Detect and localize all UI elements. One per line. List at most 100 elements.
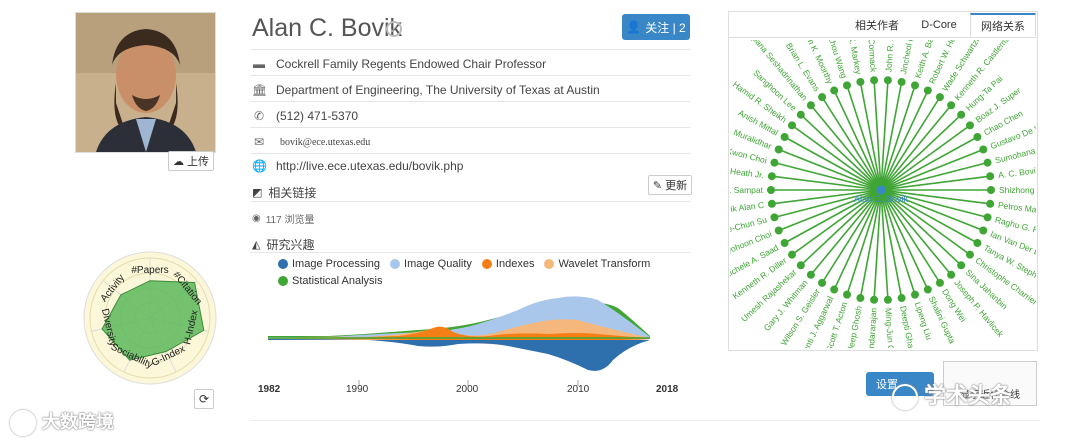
network-node[interactable] <box>870 76 879 85</box>
network-node[interactable] <box>818 278 827 287</box>
network-node-label[interactable]: v. Soundararajan <box>865 307 879 348</box>
network-node[interactable] <box>767 172 776 181</box>
network-node-label[interactable]: Ming-Jun Chen <box>883 307 897 348</box>
network-node[interactable] <box>986 172 995 181</box>
network-node[interactable] <box>979 145 988 154</box>
views-text: 117 浏览量 <box>265 215 315 226</box>
wechat-icon <box>892 384 918 411</box>
network-node[interactable] <box>796 110 805 119</box>
area-chart-icon: ◭ <box>252 239 261 251</box>
year-2000: 2000 <box>456 384 479 395</box>
network-node[interactable] <box>965 250 974 259</box>
radar-axis-label: #Papers <box>131 265 168 276</box>
network-center-label: Alan C. Bovik <box>854 194 909 204</box>
legend-label: Statistical Analysis <box>292 275 383 287</box>
institution-icon: 🏛 <box>252 83 268 97</box>
network-node[interactable] <box>883 295 892 304</box>
network-node[interactable] <box>774 145 783 154</box>
network-node-label[interactable]: Bovik Alan C <box>730 200 765 216</box>
upload-button[interactable]: ☁ 上传 <box>168 151 214 171</box>
email-row: ✉ bovik@ece.utexas.edu <box>252 135 370 149</box>
globe-icon: 🌐 <box>252 159 267 173</box>
network-node[interactable] <box>986 199 995 208</box>
network-node[interactable] <box>870 295 879 304</box>
legend-label: Image Processing <box>292 258 381 270</box>
network-node-label[interactable]: A. C. Bovik <box>997 165 1036 180</box>
network-node[interactable] <box>897 77 906 86</box>
radar-chart: #Papers #CitationH-IndexG-IndexSociabilit… <box>83 251 217 385</box>
update-button[interactable]: ✎ 更新 <box>648 175 692 195</box>
network-node-label[interactable]: Lawrence K. Cormack <box>863 40 878 73</box>
network-node[interactable] <box>923 86 932 95</box>
network-node-label[interactable]: Mehul P. Sampat <box>730 185 764 195</box>
network-graph: John R. Jordan Jincheol ParkKeith A. Bart… <box>730 40 1036 348</box>
network-node[interactable] <box>965 121 974 130</box>
divider <box>250 127 690 128</box>
network-node[interactable] <box>947 270 956 279</box>
legend-item[interactable]: Statistical Analysis <box>278 275 382 287</box>
refresh-button[interactable]: ⟳ <box>194 389 214 409</box>
network-node[interactable] <box>910 81 919 90</box>
year-1990: 1990 <box>346 384 369 395</box>
network-node[interactable] <box>830 86 839 95</box>
network-node-label[interactable]: John R. Jordan <box>883 40 897 73</box>
position-row: ▬ Cockrell Family Regents Endowed Chair … <box>252 57 546 71</box>
legend-dot-icon <box>278 259 288 269</box>
network-node[interactable] <box>780 238 789 247</box>
homepage-row: 🌐 http://live.ece.utexas.edu/bovik.php <box>252 159 463 173</box>
tab-bar: 相关作者 D-Core 网络关系 <box>728 13 1038 37</box>
legend-dot-icon <box>544 259 555 269</box>
legend-item[interactable]: Image Quality <box>390 258 472 270</box>
legend-item[interactable]: Image Processing <box>278 258 380 270</box>
network-node[interactable] <box>897 294 906 303</box>
network-node[interactable] <box>774 226 783 235</box>
network-node[interactable] <box>843 81 852 90</box>
network-node[interactable] <box>987 186 995 194</box>
network-node[interactable] <box>796 261 805 270</box>
network-node[interactable] <box>983 213 992 222</box>
network-node[interactable] <box>856 77 865 86</box>
network-node[interactable] <box>780 133 789 142</box>
interests-title-text: 研究兴趣 <box>266 238 315 252</box>
link-icon: ◩ <box>252 187 263 199</box>
network-node[interactable] <box>983 158 992 167</box>
network-node[interactable] <box>767 199 776 208</box>
network-node[interactable] <box>770 213 779 222</box>
legend-item[interactable]: Wavelet Transform <box>544 258 650 270</box>
network-edge <box>774 161 882 191</box>
network-node[interactable] <box>973 238 982 247</box>
network-node[interactable] <box>767 186 775 194</box>
network-node[interactable] <box>806 101 815 110</box>
network-node-label[interactable]: Shizhong Liu <box>999 185 1036 195</box>
network-node[interactable] <box>806 270 815 279</box>
network-node[interactable] <box>910 290 919 299</box>
view-count: ◉ 117 浏览量 <box>252 211 314 226</box>
network-node[interactable] <box>818 93 827 102</box>
network-node[interactable] <box>935 93 944 102</box>
tab-related-authors[interactable]: 相关作者 <box>846 13 908 37</box>
network-node[interactable] <box>923 285 932 294</box>
network-node[interactable] <box>788 250 797 259</box>
network-node[interactable] <box>935 278 944 287</box>
refresh-icon: ⟳ <box>198 392 210 406</box>
tab-d-core[interactable]: D-Core <box>910 13 968 37</box>
network-node[interactable] <box>843 290 852 299</box>
network-node[interactable] <box>973 133 982 142</box>
legend-item[interactable]: Indexes <box>481 258 534 270</box>
briefcase-icon: ▬ <box>253 57 265 71</box>
network-node[interactable] <box>957 261 966 270</box>
network-node[interactable] <box>856 294 865 303</box>
network-node[interactable] <box>883 76 892 85</box>
network-node-label[interactable]: Petros Maragos <box>997 200 1036 217</box>
network-node[interactable] <box>957 110 966 119</box>
network-node[interactable] <box>979 226 988 235</box>
position-text: Cockrell Family Regents Endowed Chair Pr… <box>276 57 547 71</box>
tab-network[interactable]: 网络关系 <box>970 13 1036 37</box>
divider <box>250 252 690 253</box>
follow-button[interactable]: 👤 关注 | 2 <box>622 14 690 40</box>
homepage-link[interactable]: http://live.ece.utexas.edu/bovik.php <box>276 159 463 173</box>
network-node[interactable] <box>947 101 956 110</box>
network-node[interactable] <box>788 121 797 130</box>
network-node[interactable] <box>830 285 839 294</box>
network-node[interactable] <box>770 158 779 167</box>
